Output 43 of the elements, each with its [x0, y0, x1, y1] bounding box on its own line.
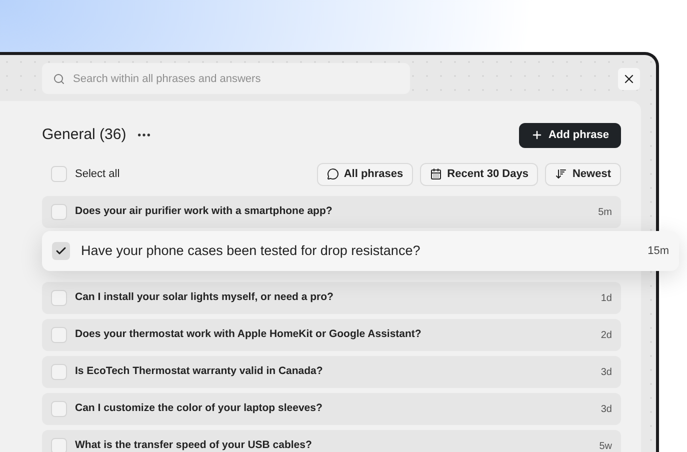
- checkbox[interactable]: [52, 242, 70, 260]
- plus-icon: [531, 129, 544, 141]
- phrase-text: Is EcoTech Thermostat warranty valid in Canada?: [75, 364, 323, 380]
- calendar-icon: [430, 168, 442, 180]
- select-all-label: Select all: [75, 166, 120, 182]
- phrase-row[interactable]: Can I install your solar lights myself, or need a pro? 1d: [42, 282, 621, 314]
- category-title: General (36): [42, 124, 126, 145]
- phrase-text: What is the transfer speed of your USB cables?: [75, 438, 312, 452]
- phrase-row[interactable]: Does your air purifier work with a smartphone app? 5m: [42, 196, 621, 228]
- phrase-age: 5m: [598, 206, 612, 220]
- phrase-text: Can I customize the color of your laptop sleeves?: [75, 401, 322, 416]
- phrase-text: Can I install your solar lights myself, or need a pro?: [75, 290, 334, 306]
- phrase-age: 5w: [599, 440, 612, 452]
- phrase-age: 3d: [600, 366, 612, 380]
- checkbox[interactable]: [51, 327, 67, 343]
- checkbox[interactable]: [51, 364, 67, 380]
- phrase-text: Does your thermostat work with Apple HomeKit or Google Assistant?: [75, 327, 422, 342]
- filter-button[interactable]: Recent 30 Days: [420, 162, 538, 186]
- checkbox[interactable]: [51, 401, 67, 417]
- phrase-age: 2d: [600, 328, 612, 342]
- checkbox[interactable]: [51, 438, 67, 452]
- phrase-row[interactable]: Is EcoTech Thermostat warranty valid in Canada? 3d: [42, 356, 621, 388]
- checkbox[interactable]: [51, 290, 67, 306]
- close-button[interactable]: [618, 68, 640, 90]
- checkbox[interactable]: [51, 166, 67, 182]
- phrase-row[interactable]: Does your thermostat work with Apple HomeKit or Google Assistant? 2d: [42, 319, 621, 351]
- phrase-age: 15m: [648, 244, 669, 259]
- search-icon: [53, 73, 65, 85]
- phrase-age: 3d: [600, 402, 612, 416]
- speech-bubble-icon: [326, 168, 339, 180]
- sort-icon: [555, 168, 568, 180]
- phrase-row[interactable]: Can I customize the color of your laptop sleeves? 3d: [42, 393, 621, 425]
- check-icon: [55, 245, 67, 257]
- add-phrase-button[interactable]: Add phrase: [519, 122, 621, 148]
- phrase-text: Have your phone cases been tested for drop resistance?: [81, 242, 420, 260]
- phrase-age: 1d: [600, 292, 612, 306]
- filter-button[interactable]: All phrases: [316, 162, 414, 186]
- phrase-row[interactable]: Have your phone cases been tested for drop resistance? 15m: [42, 231, 679, 271]
- search-field[interactable]: Search within all phrases and answers: [42, 63, 410, 94]
- phrase-text: Does your air purifier work with a smartphone app?: [75, 204, 332, 220]
- phrase-row[interactable]: What is the transfer speed of your USB cables? 5w: [42, 430, 621, 452]
- filter-button[interactable]: Newest: [545, 162, 621, 186]
- checkbox[interactable]: [51, 204, 67, 220]
